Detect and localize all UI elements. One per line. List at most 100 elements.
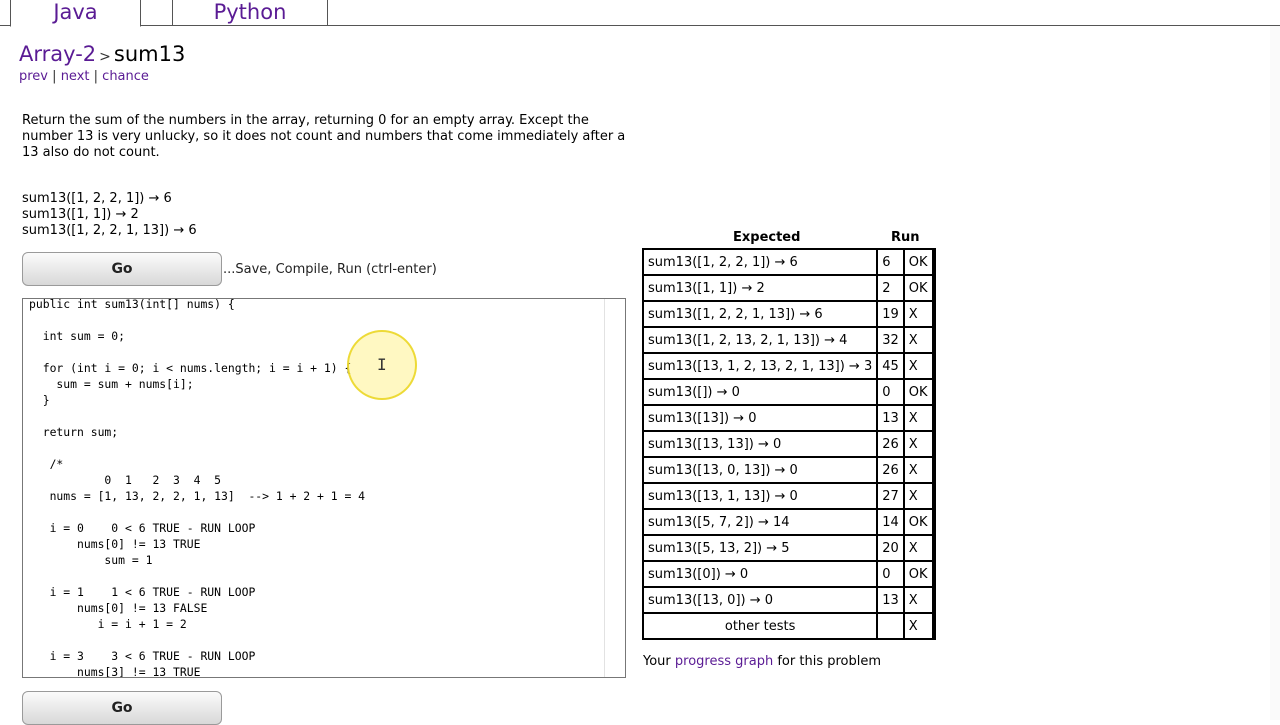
result-run-value: 19 bbox=[876, 300, 905, 328]
text-cursor-icon: I bbox=[377, 355, 387, 374]
result-color-indicator bbox=[931, 404, 936, 432]
result-expected: sum13([0]) → 0 bbox=[641, 560, 879, 588]
result-expected: sum13([13, 1, 13]) → 0 bbox=[641, 482, 879, 510]
results-row: sum13([1, 1]) → 2 2 OK bbox=[641, 274, 936, 302]
results-row: sum13([13, 1, 2, 13, 2, 1, 13]) → 3 45 X bbox=[641, 352, 936, 380]
problem-nav: prev | next | chance bbox=[19, 69, 149, 84]
result-color-indicator bbox=[931, 378, 936, 406]
result-color-indicator bbox=[931, 586, 936, 614]
result-run-value: 13 bbox=[876, 586, 905, 614]
result-expected: sum13([1, 2, 2, 1, 13]) → 6 bbox=[641, 300, 879, 328]
breadcrumb-parent-link[interactable]: Array-2 bbox=[19, 42, 96, 66]
result-run-value: 14 bbox=[876, 508, 905, 536]
result-status: OK bbox=[902, 378, 934, 406]
result-run-value: 0 bbox=[876, 378, 905, 406]
go-hint: ...Save, Compile, Run (ctrl-enter) bbox=[223, 262, 437, 277]
result-color-indicator bbox=[931, 612, 936, 640]
tab-python[interactable]: Python bbox=[172, 0, 328, 26]
result-color-indicator bbox=[931, 300, 936, 328]
nav-divider: | bbox=[52, 69, 57, 84]
example-line: sum13([1, 2, 2, 1, 13]) → 6 bbox=[22, 223, 197, 238]
result-color-indicator bbox=[931, 326, 936, 354]
result-status: X bbox=[902, 326, 934, 354]
result-status: OK bbox=[902, 274, 934, 302]
result-run-value: 27 bbox=[876, 482, 905, 510]
results-row: sum13([13]) → 0 13 X bbox=[641, 404, 936, 432]
result-run-value bbox=[876, 612, 905, 640]
results-row: sum13([0]) → 0 0 OK bbox=[641, 560, 936, 588]
go-button[interactable]: Go bbox=[22, 252, 222, 286]
result-expected: sum13([5, 7, 2]) → 14 bbox=[641, 508, 879, 536]
result-status: X bbox=[902, 534, 934, 562]
results-table: sum13([1, 2, 2, 1]) → 6 6 OK sum13([1, 1]) … bbox=[641, 248, 936, 640]
result-status: X bbox=[902, 352, 934, 380]
results-row: sum13([]) → 0 0 OK bbox=[641, 378, 936, 406]
result-color-indicator bbox=[931, 274, 936, 302]
result-expected: sum13([1, 2, 2, 1]) → 6 bbox=[641, 248, 879, 276]
result-color-indicator bbox=[931, 534, 936, 562]
result-expected: sum13([13, 0, 13]) → 0 bbox=[641, 456, 879, 484]
example-line: sum13([1, 1]) → 2 bbox=[22, 207, 139, 222]
breadcrumb-current: sum13 bbox=[113, 42, 186, 66]
results-header-expected: Expected bbox=[733, 230, 801, 245]
result-run-value: 2 bbox=[876, 274, 905, 302]
results-row: sum13([1, 2, 13, 2, 1, 13]) → 4 32 X bbox=[641, 326, 936, 354]
breadcrumb-separator: > bbox=[99, 49, 111, 65]
result-color-indicator bbox=[931, 560, 936, 588]
result-status: X bbox=[902, 456, 934, 484]
chance-link[interactable]: chance bbox=[102, 69, 149, 84]
page-title: Array-2 > sum13 bbox=[19, 42, 185, 66]
next-link[interactable]: next bbox=[61, 69, 90, 84]
result-expected: sum13([5, 13, 2]) → 5 bbox=[641, 534, 879, 562]
result-status: X bbox=[902, 482, 934, 510]
result-expected: sum13([13, 0]) → 0 bbox=[641, 586, 879, 614]
problem-description: Return the sum of the numbers in the arr… bbox=[22, 113, 626, 160]
results-row-other: other tests X bbox=[641, 612, 936, 640]
results-row: sum13([1, 2, 2, 1, 13]) → 6 19 X bbox=[641, 300, 936, 328]
result-expected: sum13([1, 1]) → 2 bbox=[641, 274, 879, 302]
results-row: sum13([13, 0]) → 0 13 X bbox=[641, 586, 936, 614]
result-status: OK bbox=[902, 508, 934, 536]
code-text[interactable]: public int sum13(int[] nums) { int sum =… bbox=[29, 299, 365, 677]
results-row: sum13([13, 13]) → 0 26 X bbox=[641, 430, 936, 458]
result-run-value: 6 bbox=[876, 248, 905, 276]
result-run-value: 32 bbox=[876, 326, 905, 354]
result-run-value: 0 bbox=[876, 560, 905, 588]
results-row: sum13([13, 0, 13]) → 0 26 X bbox=[641, 456, 936, 484]
prev-link[interactable]: prev bbox=[19, 69, 48, 84]
page-scrollbar[interactable] bbox=[1270, 26, 1280, 720]
result-run-value: 20 bbox=[876, 534, 905, 562]
examples: sum13([1, 2, 2, 1]) → 6 sum13([1, 1]) → … bbox=[22, 191, 197, 239]
results-row: sum13([5, 13, 2]) → 5 20 X bbox=[641, 534, 936, 562]
result-color-indicator bbox=[931, 430, 936, 458]
result-color-indicator bbox=[931, 508, 936, 536]
result-status: OK bbox=[902, 560, 934, 588]
tab-java[interactable]: Java bbox=[10, 0, 141, 27]
result-color-indicator bbox=[931, 482, 936, 510]
result-expected: sum13([]) → 0 bbox=[641, 378, 879, 406]
result-status: X bbox=[902, 612, 934, 640]
results-row: sum13([5, 7, 2]) → 14 14 OK bbox=[641, 508, 936, 536]
result-status: X bbox=[902, 300, 934, 328]
result-run-value: 45 bbox=[876, 352, 905, 380]
results-header-run: Run bbox=[891, 230, 920, 245]
result-expected: other tests bbox=[641, 612, 879, 640]
progress-note: Your progress graph for this problem bbox=[643, 654, 881, 669]
example-line: sum13([1, 2, 2, 1]) → 6 bbox=[22, 191, 172, 206]
nav-divider: | bbox=[93, 69, 99, 84]
result-status: X bbox=[902, 586, 934, 614]
result-expected: sum13([1, 2, 13, 2, 1, 13]) → 4 bbox=[641, 326, 879, 354]
result-expected: sum13([13, 13]) → 0 bbox=[641, 430, 879, 458]
editor-margin-line bbox=[604, 299, 605, 677]
result-status: X bbox=[902, 404, 934, 432]
progress-prefix: Your bbox=[643, 654, 671, 669]
code-editor[interactable]: public int sum13(int[] nums) { int sum =… bbox=[22, 298, 626, 678]
result-run-value: 26 bbox=[876, 456, 905, 484]
language-tab-bar: Java Python bbox=[0, 0, 1280, 27]
result-color-indicator bbox=[931, 456, 936, 484]
result-color-indicator bbox=[931, 352, 936, 380]
result-color-indicator bbox=[931, 248, 936, 276]
progress-graph-link[interactable]: progress graph bbox=[675, 654, 773, 669]
result-expected: sum13([13]) → 0 bbox=[641, 404, 879, 432]
progress-suffix: for this problem bbox=[777, 654, 882, 669]
